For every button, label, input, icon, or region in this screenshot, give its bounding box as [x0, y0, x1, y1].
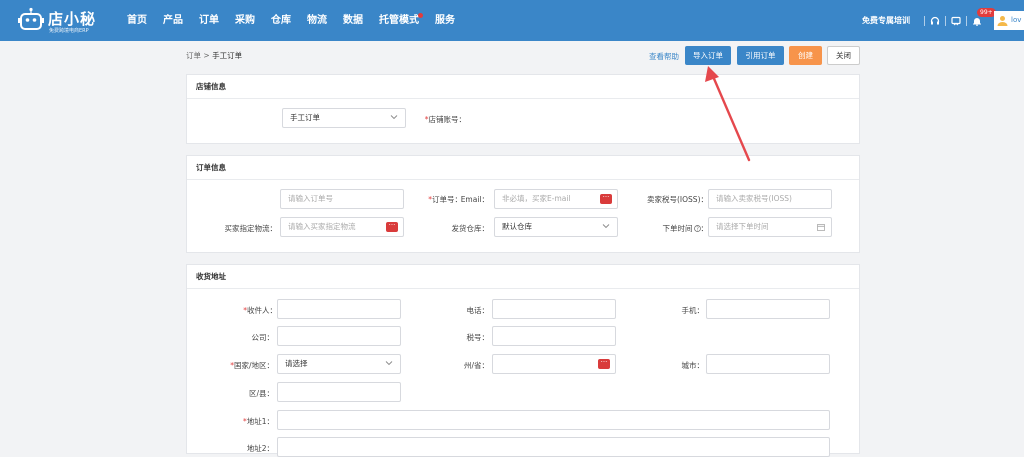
chevron-down-icon: [390, 115, 398, 120]
address2-input[interactable]: [277, 437, 830, 457]
address1-input[interactable]: [277, 410, 830, 430]
divider: [966, 15, 967, 26]
state-input[interactable]: ···: [492, 354, 616, 374]
nav-warehouse[interactable]: 仓库: [271, 0, 291, 41]
free-training-link[interactable]: 免费专属培训: [862, 15, 910, 26]
nav-hosting-label: 托管模式: [379, 15, 419, 26]
warehouse-select[interactable]: 默认仓库: [494, 217, 618, 237]
receiver-label: *收件人：: [243, 306, 277, 315]
company-input[interactable]: [277, 326, 401, 346]
svg-text:?: ?: [696, 226, 699, 232]
logo-text: 店小秘: [48, 10, 97, 28]
new-dot-icon: [418, 13, 423, 18]
address2-label: 地址2：: [246, 444, 274, 453]
message-icon[interactable]: [951, 16, 961, 26]
city-input[interactable]: [706, 354, 830, 374]
nav-orders[interactable]: 订单: [199, 0, 219, 41]
chevron-down-icon: [385, 361, 393, 366]
card-title: 收货地址: [187, 265, 859, 289]
ioss-label: 卖家税号(IOSS)：: [647, 195, 708, 204]
district-label: 区/县：: [248, 389, 274, 398]
order-no-input[interactable]: 请输入订单号: [280, 189, 404, 209]
country-label: *国家/地区：: [230, 361, 274, 370]
email-label: Email：: [460, 195, 489, 204]
reference-order-button[interactable]: 引用订单: [737, 46, 784, 65]
nav-service[interactable]: 服务: [435, 0, 455, 41]
main-nav: 首页 产品 订单 采购 仓库 物流 数据 托管模式 服务: [127, 0, 471, 41]
calendar-icon: [817, 224, 825, 231]
order-time-picker[interactable]: 请选择下单时间: [708, 217, 832, 237]
state-label: 州/省：: [463, 361, 489, 370]
user-icon: [997, 16, 1008, 26]
nav-logistics[interactable]: 物流: [307, 0, 327, 41]
help-circle-icon[interactable]: ?: [693, 225, 701, 232]
nav-hosting[interactable]: 托管模式: [379, 0, 423, 41]
breadcrumb-current: 手工订单: [212, 51, 243, 60]
divider: [945, 15, 946, 26]
user-menu[interactable]: lov: [994, 11, 1024, 30]
shipping-address-card: 收货地址 *收件人： 电话： 手机： 公司： 税号： *国家/地区： 请选择 州…: [186, 264, 860, 457]
headset-icon[interactable]: [930, 16, 940, 26]
user-name: lov: [1011, 16, 1022, 24]
more-dots-icon[interactable]: ···: [386, 222, 398, 232]
logo-subtitle: 免费跨境电商ERP: [49, 28, 89, 34]
robot-logo-icon: [18, 7, 44, 30]
shop-info-card: 店铺信息 *店铺账号： 手工订单: [186, 74, 860, 144]
address1-label: *地址1：: [242, 417, 274, 426]
nav-purchase[interactable]: 采购: [235, 0, 255, 41]
buyer-logistics-label: 买家指定物流：: [224, 224, 278, 233]
email-input[interactable]: 非必填，买家E-mail ···: [494, 189, 618, 209]
bell-icon: [973, 17, 981, 26]
topbar-right: 免费专属培训 99+ lov: [862, 0, 1024, 41]
order-info-card: 订单信息 *订单号： 请输入订单号 Email： 非必填，买家E-mail ··…: [186, 155, 860, 253]
phone-label: 电话：: [466, 306, 490, 315]
top-navbar: 店小秘 免费跨境电商ERP 首页 产品 订单 采购 仓库 物流 数据 托管模式 …: [0, 0, 1024, 41]
help-link[interactable]: 查看帮助: [649, 51, 679, 62]
notification-badge: 99+: [977, 7, 996, 17]
nav-data[interactable]: 数据: [343, 0, 363, 41]
chevron-down-icon: [602, 224, 610, 229]
tax-no-label: 税号：: [466, 333, 490, 342]
phone-input[interactable]: [492, 299, 616, 319]
logo[interactable]: 店小秘 免费跨境电商ERP: [18, 5, 113, 35]
order-time-label: 下单时间?：: [662, 224, 709, 233]
warehouse-label: 发货仓库：: [451, 224, 490, 233]
card-title: 订单信息: [187, 156, 859, 180]
district-input[interactable]: [277, 382, 401, 402]
city-label: 城市：: [681, 361, 705, 370]
ioss-input[interactable]: 请输入卖家税号(IOSS): [708, 189, 832, 209]
more-dots-icon[interactable]: ···: [598, 359, 610, 369]
notification-bell[interactable]: 99+: [972, 7, 996, 26]
close-button[interactable]: 关闭: [827, 46, 860, 65]
shop-account-select[interactable]: 手工订单: [282, 108, 406, 128]
tax-no-input[interactable]: [492, 326, 616, 346]
breadcrumb-separator: >: [203, 51, 210, 60]
breadcrumb: 订单 > 手工订单: [186, 50, 242, 61]
nav-home[interactable]: 首页: [127, 0, 147, 41]
card-title: 店铺信息: [187, 75, 859, 99]
shop-account-label: *店铺账号：: [424, 115, 466, 124]
breadcrumb-parent[interactable]: 订单: [186, 51, 201, 60]
buyer-logistics-input[interactable]: 请输入买家指定物流 ···: [280, 217, 404, 237]
create-button[interactable]: 创建: [789, 46, 822, 65]
more-dots-icon[interactable]: ···: [600, 194, 612, 204]
import-order-button[interactable]: 导入订单: [685, 46, 731, 65]
company-label: 公司：: [251, 333, 275, 342]
country-select[interactable]: 请选择: [277, 354, 401, 374]
divider: [924, 15, 925, 26]
receiver-input[interactable]: [277, 299, 401, 319]
nav-products[interactable]: 产品: [163, 0, 183, 41]
order-no-label: *订单号：: [428, 195, 462, 204]
mobile-label: 手机：: [681, 306, 705, 315]
mobile-input[interactable]: [706, 299, 830, 319]
